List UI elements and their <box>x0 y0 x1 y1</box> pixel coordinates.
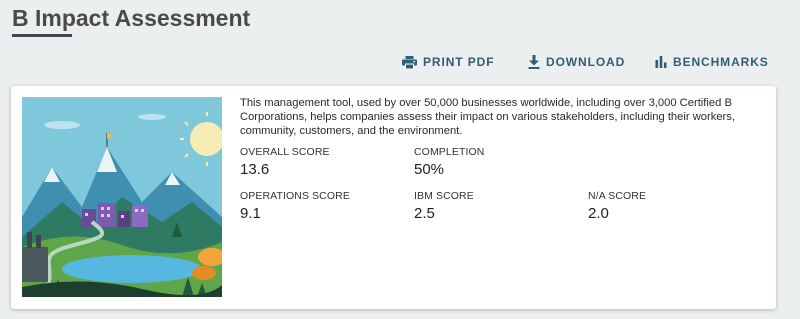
operations-score-value: 9.1 <box>240 205 261 222</box>
operations-score-label: OPERATIONS SCORE <box>240 190 350 202</box>
completion-value: 50% <box>414 161 445 178</box>
ibm-score: IBM SCORE 2.5 <box>414 190 474 222</box>
overall-score-label: OVERALL SCORE <box>240 146 330 158</box>
overall-score-value: 13.6 <box>240 161 270 178</box>
download-icon <box>528 55 540 69</box>
landscape-illustration <box>22 97 222 297</box>
bar-chart-icon <box>655 56 667 68</box>
completion-label: COMPLETION <box>414 146 485 158</box>
page-title: B Impact Assessment <box>12 5 251 31</box>
print-pdf-button[interactable]: PRINT PDF <box>402 55 494 69</box>
completion-score: COMPLETION 50% <box>414 146 484 178</box>
ibm-score-label: IBM SCORE <box>414 190 474 202</box>
printer-icon <box>402 55 417 69</box>
overall-score: OVERALL SCORE 13.6 <box>240 146 330 178</box>
na-score-label: N/A SCORE <box>588 190 647 202</box>
operations-score: OPERATIONS SCORE 9.1 <box>240 190 350 222</box>
title-underline <box>12 34 72 37</box>
download-button[interactable]: DOWNLOAD <box>528 55 625 69</box>
na-score-value: 2.0 <box>588 205 609 222</box>
description-text: This management tool, used by over 50,00… <box>240 97 735 137</box>
toolbar: PRINT PDF DOWNLOAD BENCHMARKS <box>0 55 800 73</box>
benchmarks-label: BENCHMARKS <box>673 55 769 69</box>
print-pdf-label: PRINT PDF <box>423 55 495 69</box>
assessment-card: This management tool, used by over 50,00… <box>11 86 776 309</box>
ibm-score-value: 2.5 <box>414 205 435 222</box>
benchmarks-button[interactable]: BENCHMARKS <box>655 55 769 69</box>
na-score: N/A SCORE 2.0 <box>588 190 646 222</box>
download-label: DOWNLOAD <box>546 55 626 69</box>
